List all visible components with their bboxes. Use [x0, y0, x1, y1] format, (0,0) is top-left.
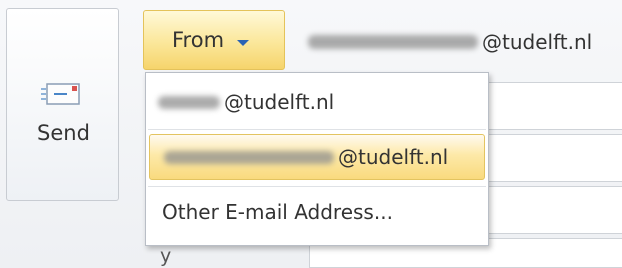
redacted-username: [158, 95, 220, 109]
menu-item-account-2[interactable]: @tudelft.nl: [149, 134, 485, 180]
menu-separator: [148, 186, 486, 187]
redacted-username: [164, 150, 334, 164]
from-label: From: [172, 28, 225, 52]
from-button[interactable]: From: [143, 10, 285, 70]
subject-label-fragment: y: [160, 245, 172, 267]
menu-separator: [148, 129, 486, 130]
send-button[interactable]: Send: [6, 8, 119, 201]
menu-item-domain: @tudelft.nl: [224, 90, 335, 114]
menu-item-domain: @tudelft.nl: [338, 145, 449, 169]
menu-item-other-address[interactable]: Other E-mail Address...: [146, 191, 488, 233]
redacted-username: [308, 35, 478, 49]
from-address: @tudelft.nl: [308, 30, 592, 54]
menu-item-account-1[interactable]: @tudelft.nl: [146, 81, 488, 123]
from-address-domain: @tudelft.nl: [482, 30, 593, 54]
envelope-send-icon: [41, 83, 80, 105]
chevron-down-icon: [237, 40, 249, 46]
from-dropdown-menu: @tudelft.nl @tudelft.nl Other E-mail Add…: [145, 72, 489, 246]
send-label: Send: [37, 121, 90, 145]
